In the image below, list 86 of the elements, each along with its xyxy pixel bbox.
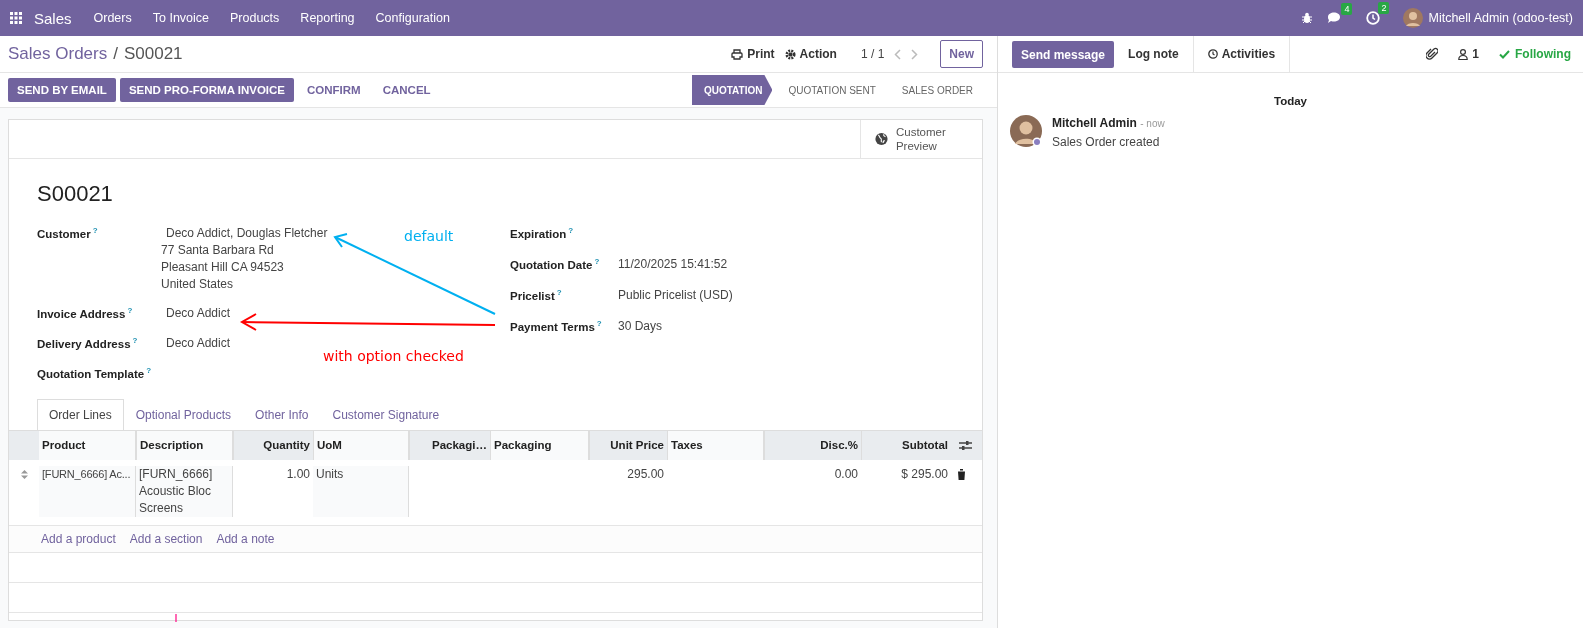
field-value[interactable]: 11/20/2025 15:41:52 — [617, 256, 728, 273]
field-value[interactable]: Deco Addict, Douglas Fletcher — [165, 225, 328, 242]
column-options-icon[interactable] — [959, 440, 972, 451]
field-label: Delivery Address $^{?}$ — [37, 335, 139, 352]
clock-icon — [1207, 49, 1218, 59]
column-header[interactable]: Description — [136, 431, 233, 460]
attachment-icon[interactable] — [1426, 47, 1439, 61]
pager-value: 1 / 1 — [860, 47, 885, 61]
add-line-link[interactable]: Add a product — [41, 532, 116, 546]
avatar[interactable] — [1403, 8, 1424, 28]
breadcrumb-link[interactable]: Sales Orders — [8, 44, 108, 64]
table-cell-text: 0.00 — [833, 466, 859, 483]
menu-item[interactable]: Reporting — [300, 11, 355, 25]
table-cell: [FURN_6666] Acoustic Bloc Screens — [136, 466, 233, 517]
menu-item[interactable]: Orders — [93, 11, 132, 25]
status-stage[interactable]: QUOTATION — [691, 75, 773, 105]
column-header[interactable]: Disc.% — [764, 431, 861, 460]
record-title: S00021 — [123, 44, 183, 64]
avatar — [1010, 115, 1042, 147]
action-button[interactable]: CONFIRM — [298, 78, 370, 102]
log-note-tab[interactable]: Log note — [1114, 36, 1194, 72]
count-badge: 2 — [1378, 2, 1390, 14]
menu-item[interactable]: Products — [230, 11, 280, 25]
add-line-link[interactable]: Add a note — [216, 532, 275, 546]
field-label: Expiration $^{?}$ — [510, 225, 575, 242]
globe-icon — [875, 131, 888, 147]
column-header[interactable]: Product — [39, 431, 136, 460]
add-line-link[interactable]: Add a section — [129, 532, 203, 546]
annotation-text: default — [404, 228, 454, 244]
field-label: Pricelist $^{?}$ — [510, 287, 563, 304]
field-value[interactable]: Deco Addict — [165, 335, 231, 352]
column-header[interactable]: Packaging — [490, 431, 589, 460]
app-name[interactable]: Sales — [34, 9, 72, 27]
printer-icon — [731, 48, 744, 60]
column-header[interactable]: UoM — [313, 431, 409, 460]
action-button[interactable]: SEND PRO-FORMA INVOICE — [119, 78, 294, 102]
message-text: Sales Order created — [1052, 134, 1161, 150]
action-button[interactable]: Action — [784, 47, 837, 61]
action-button[interactable]: SEND BY EMAIL — [8, 78, 116, 102]
message-author: Mitchell Admin — [1052, 116, 1137, 130]
print-button[interactable]: Print — [731, 47, 775, 61]
field-label: Quotation Template $^{?}$ — [37, 365, 152, 382]
annotation-text: with option checked — [323, 348, 464, 364]
field-value[interactable]: Public Pricelist (USD) — [617, 287, 733, 304]
clock-icon[interactable] — [1366, 11, 1381, 25]
notebook-tab[interactable]: Order Lines — [37, 399, 124, 430]
order-number: S00021 — [37, 181, 114, 207]
gear-icon — [784, 48, 796, 60]
column-header[interactable]: Taxes — [667, 431, 764, 460]
bug-icon[interactable] — [1301, 12, 1314, 24]
table-cell: [FURN_6666] Ac... — [39, 466, 136, 517]
user-menu[interactable]: Mitchell Admin (odoo-test) — [1428, 11, 1573, 25]
activities-button[interactable]: Activities — [1193, 36, 1291, 72]
new-button[interactable]: New — [940, 40, 983, 68]
table-cell-text: 295.00 — [626, 466, 665, 483]
person-icon — [1458, 48, 1469, 60]
message-time: - now — [1140, 118, 1165, 129]
followers-button[interactable]: 1 — [1458, 47, 1479, 61]
menu-item[interactable]: To Invoice — [152, 11, 209, 25]
column-header[interactable]: Subtotal — [861, 431, 951, 460]
menu-item[interactable]: Configuration — [375, 11, 450, 25]
address-line: Pleasant Hill CA 94523 — [161, 259, 284, 276]
table-cell-text: 1.00 — [285, 466, 311, 483]
count-badge: 4 — [1341, 2, 1353, 15]
notebook-tab[interactable]: Other Info — [243, 399, 321, 430]
field-label: Payment Terms $^{?}$ — [510, 318, 603, 335]
field-value[interactable]: Deco Addict — [165, 305, 231, 322]
apps-menu-icon[interactable] — [10, 12, 22, 24]
breadcrumb-separator: / — [113, 44, 118, 64]
text-cursor — [175, 613, 177, 623]
action-button[interactable]: CANCEL — [373, 78, 440, 102]
notebook-tab[interactable]: Optional Products — [123, 399, 244, 430]
delete-icon[interactable] — [957, 469, 966, 480]
address-line: 77 Santa Barbara Rd — [161, 242, 274, 259]
address-line: United States — [161, 276, 234, 293]
field-value[interactable]: 30 Days — [617, 318, 663, 335]
date-separator: Today — [1274, 95, 1307, 107]
table-cell: Units — [313, 466, 409, 517]
field-label: Quotation Date $^{?}$ — [510, 256, 601, 273]
field-label: Invoice Address $^{?}$ — [37, 305, 134, 322]
table-cell-text: $ 295.00 — [900, 466, 949, 483]
send-message-button[interactable]: Send message — [1012, 41, 1115, 68]
customer-preview-button[interactable]: Customer Preview — [860, 120, 982, 158]
check-icon — [1499, 49, 1510, 59]
notebook-tab[interactable]: Customer Signature — [320, 399, 452, 430]
drag-handle-icon[interactable] — [20, 470, 28, 479]
